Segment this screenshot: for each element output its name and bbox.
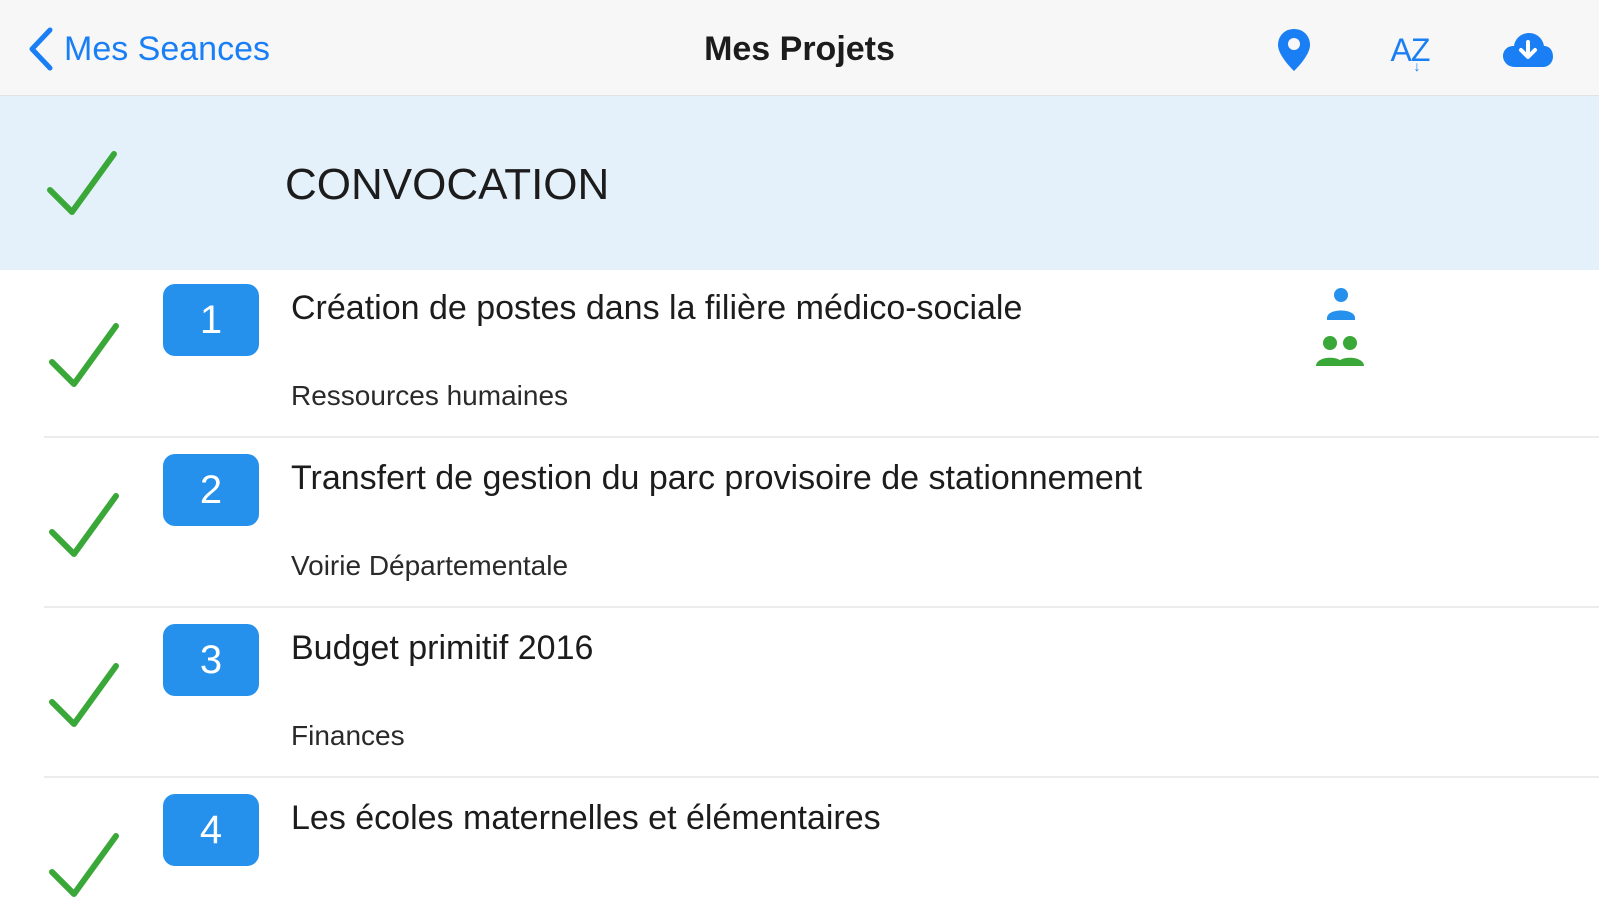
back-button-label: Mes Seances <box>64 30 270 68</box>
checkmark-icon <box>49 663 119 727</box>
item-title: Budget primitif 2016 <box>291 629 594 667</box>
back-button[interactable]: Mes Seances <box>26 26 270 72</box>
item-subtitle: Ressources humaines <box>291 380 569 411</box>
list-item[interactable]: 1 Création de postes dans la filière méd… <box>0 266 1599 438</box>
item-title: Transfert de gestion du parc provisoire … <box>291 459 1143 497</box>
sort-az-icon: AZ ↓ <box>1390 32 1431 74</box>
checkmark-icon <box>49 493 119 557</box>
item-subtitle: Voirie Départementale <box>291 550 569 581</box>
section-header <box>0 96 1599 270</box>
location-button[interactable] <box>1266 22 1322 78</box>
item-number-badge: 4 <box>163 794 259 866</box>
item-number-badge: 2 <box>163 454 259 526</box>
checkmark-icon <box>47 151 117 215</box>
checkmark-icon <box>49 833 119 897</box>
cloud-download-button[interactable] <box>1500 22 1556 78</box>
cloud-download-icon <box>1503 33 1553 67</box>
checkmark-icon <box>49 323 119 387</box>
list-item[interactable]: 3 Budget primitif 2016 Finances <box>0 606 1599 778</box>
item-number-badge: 1 <box>163 284 259 356</box>
location-pin-icon <box>1278 29 1310 71</box>
item-subtitle: Finances <box>291 720 405 751</box>
list-item[interactable]: 2 Transfert de gestion du parc provisoir… <box>0 436 1599 608</box>
item-title: Création de postes dans la filière médic… <box>291 289 1023 327</box>
navigation-bar: Mes Seances Mes Projets AZ ↓ <box>0 0 1599 96</box>
chevron-left-icon <box>29 27 53 71</box>
list-item[interactable]: 4 Les écoles maternelles et élémentaires <box>0 776 1599 900</box>
section-title: CONVOCATION <box>285 160 610 209</box>
item-title: Les écoles maternelles et élémentaires <box>291 799 881 837</box>
item-number-badge: 3 <box>163 624 259 696</box>
sort-az-button[interactable]: AZ ↓ <box>1382 22 1438 78</box>
group-icon <box>1316 336 1364 366</box>
